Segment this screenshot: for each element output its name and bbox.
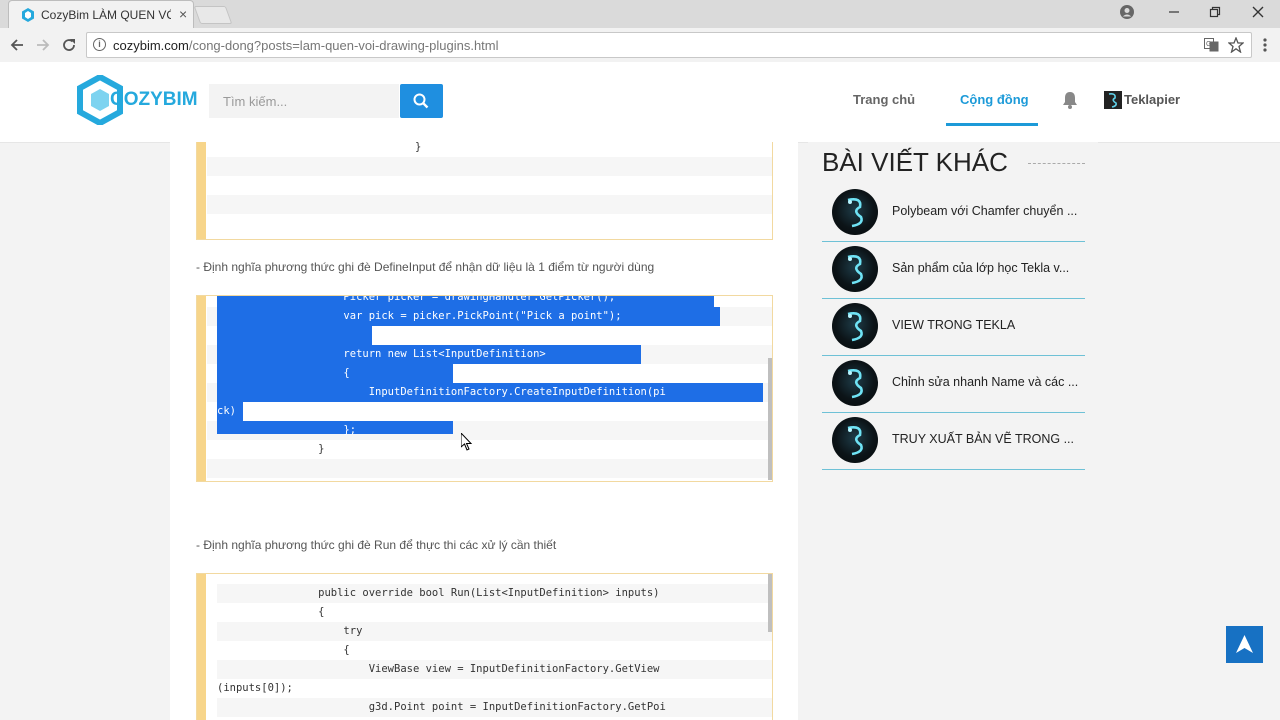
code-line: { [217,606,325,618]
new-tab-button[interactable] [193,6,233,24]
mouse-cursor-icon [461,433,473,451]
active-nav-indicator [946,123,1038,126]
browser-tab-bar: CozyBim LÀM QUEN VỚI × [0,0,1280,28]
code-line [207,195,772,214]
code-line: try [217,622,772,641]
arrow-up-icon [1236,635,1253,653]
cozybim-favicon-icon [22,8,34,22]
user-avatar[interactable] [1104,91,1122,109]
code-line [207,459,772,478]
dragon-logo-icon [847,312,863,342]
back-icon[interactable] [9,37,25,53]
code-line: public override bool Run(List<InputDefin… [217,584,772,603]
svg-text:G: G [1206,41,1211,48]
code-block[interactable]: Picker picker = drawingHandler.GetPicker… [196,295,773,482]
minimize-icon[interactable] [1168,6,1180,18]
bookmark-star-icon[interactable] [1228,37,1244,53]
restore-icon[interactable] [1209,6,1221,18]
nav-home-link[interactable]: Trang chủ [853,92,915,107]
dragon-logo-icon [847,198,863,228]
url-host: cozybim.com [113,38,189,53]
code-text: ck) [217,405,236,417]
site-info-icon[interactable]: i [93,38,106,51]
post-thumbnail [832,360,878,406]
reload-icon[interactable] [61,37,77,53]
search-button[interactable] [400,84,443,118]
code-text: var pick = picker.PickPoint("Pick a poin… [217,310,622,322]
code-scrollbar[interactable] [768,358,772,480]
sidebar-title: BÀI VIẾT KHÁC [822,147,1008,177]
code-block[interactable]: public override bool Run(List<InputDefin… [196,573,773,720]
code-text: Picker picker = drawingHandler.GetPicker… [217,295,616,303]
post-thumbnail [832,189,878,235]
sidebar-title-divider [1028,163,1085,164]
post-title: TRUY XUẤT BẢN VẼ TRONG ... [892,432,1074,446]
search-icon [413,93,429,109]
code-text: return new List<InputDefinition> [217,348,546,360]
menu-icon[interactable] [1262,37,1268,53]
notification-bell-icon[interactable] [1061,90,1079,110]
code-line: } [415,142,422,153]
url-path: /cong-dong?posts=lam-quen-voi-drawing-pl… [188,38,499,53]
code-line: (inputs[0]); [217,682,293,694]
address-bar[interactable]: i cozybim.com/cong-dong?posts=lam-quen-v… [86,32,1252,58]
dragon-avatar-icon [1108,93,1117,108]
code-text: { [217,367,350,379]
site-header: COZYBIM Trang chủ Cộng đồng Teklapier [0,62,1280,143]
code-text: }; [217,424,357,436]
article-paragraph: - Định nghĩa phương thức ghi đè DefineIn… [196,260,655,274]
tab-close-icon[interactable]: × [179,7,187,21]
dragon-logo-icon [847,255,863,285]
browser-toolbar: i cozybim.com/cong-dong?posts=lam-quen-v… [0,28,1280,63]
code-block[interactable]: } [196,142,773,240]
code-line: g3d.Point point = InputDefinitionFactory… [217,698,772,717]
code-scrollbar[interactable] [768,574,772,632]
sidebar-post-item[interactable]: Sản phẩm của lớp học Tekla v... [822,241,1085,299]
code-line: ViewBase view = InputDefinitionFactory.G… [217,660,772,679]
code-text: } [217,443,325,455]
back-to-top-button[interactable] [1226,626,1263,663]
code-line: { [217,644,350,656]
sidebar-post-item[interactable]: Polybeam với Chamfer chuyển ... [822,184,1085,242]
sidebar-post-item[interactable]: VIEW TRONG TEKLA [822,298,1085,356]
selection-highlight [217,326,372,345]
post-title: Chỉnh sửa nhanh Name và các ... [892,375,1079,389]
nav-community-link[interactable]: Cộng đồng [960,92,1029,107]
post-title: VIEW TRONG TEKLA [892,318,1016,332]
code-block-accent-bar [197,296,206,481]
close-window-icon[interactable] [1252,6,1264,18]
search-input[interactable] [209,84,399,118]
sidebar-post-item[interactable]: TRUY XUẤT BẢN VẼ TRONG ... [822,412,1085,470]
sidebar-post-item[interactable]: Chỉnh sửa nhanh Name và các ... [822,355,1085,413]
post-title: Sản phẩm của lớp học Tekla v... [892,261,1070,275]
post-thumbnail [832,246,878,292]
browser-tab[interactable]: CozyBim LÀM QUEN VỚI × [8,0,194,28]
logo-text: COZYBIM [110,89,198,110]
account-icon[interactable] [1120,5,1134,19]
tab-title: CozyBim LÀM QUEN VỚI [41,8,171,22]
post-thumbnail [832,417,878,463]
url-text: cozybim.com/cong-dong?posts=lam-quen-voi… [113,38,499,53]
post-title: Polybeam với Chamfer chuyển ... [892,204,1078,218]
code-text: InputDefinitionFactory.CreateInputDefini… [217,386,666,398]
code-block-accent-bar [197,574,206,720]
translate-icon[interactable]: G [1204,38,1219,52]
forward-icon[interactable] [35,37,51,53]
dragon-logo-icon [847,369,863,399]
dragon-logo-icon [847,426,863,456]
user-name[interactable]: Teklapier [1124,92,1180,107]
code-block-accent-bar [197,142,206,239]
post-thumbnail [832,303,878,349]
code-line [207,157,772,176]
article-paragraph: - Định nghĩa phương thức ghi đè Run để t… [196,538,557,552]
